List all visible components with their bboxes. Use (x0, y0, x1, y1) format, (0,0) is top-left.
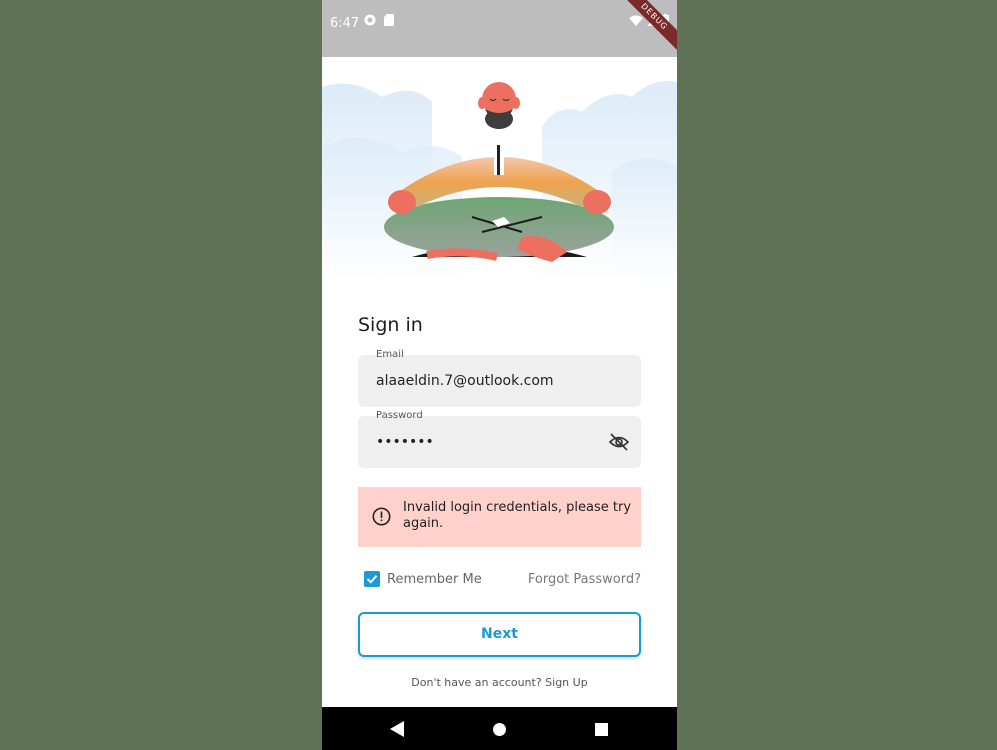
meditating-person-illustration (322, 81, 677, 282)
error-circle-icon (372, 507, 391, 526)
error-alert: Invalid login credentials, please try ag… (358, 487, 641, 547)
password-field[interactable]: Password ••••••• (358, 410, 641, 468)
status-bar: 6:47 DEBUG (322, 0, 677, 57)
notification-icon (364, 14, 376, 26)
remember-me-checkbox[interactable] (364, 571, 380, 587)
phone-screen: 6:47 DEBUG Sign in Email alaaeldin.7@out… (322, 0, 677, 750)
status-icons-left (364, 14, 394, 26)
status-time: 6:47 (330, 16, 360, 31)
password-value: ••••••• (376, 434, 434, 450)
wifi-icon (629, 15, 643, 26)
eye-off-icon[interactable] (609, 433, 629, 451)
error-message: Invalid login credentials, please try ag… (403, 500, 632, 531)
back-icon[interactable] (390, 721, 404, 737)
page-title: Sign in (358, 314, 423, 336)
password-label: Password (376, 410, 423, 421)
remember-row: Remember Me Forgot Password? (358, 568, 641, 590)
sim-card-icon (384, 14, 394, 26)
android-nav-bar (322, 707, 677, 750)
email-label: Email (376, 349, 404, 360)
email-value: alaaeldin.7@outlook.com (376, 373, 554, 389)
checkmark-icon (366, 575, 378, 584)
debug-banner: DEBUG (617, 0, 677, 54)
home-icon[interactable] (493, 723, 506, 736)
next-button[interactable]: Next (358, 612, 641, 657)
forgot-password-link[interactable]: Forgot Password? (528, 572, 641, 587)
remember-me-label[interactable]: Remember Me (387, 572, 482, 587)
recent-apps-icon[interactable] (595, 723, 608, 736)
email-field[interactable]: Email alaaeldin.7@outlook.com (358, 349, 641, 407)
signup-link[interactable]: Don't have an account? Sign Up (322, 676, 677, 689)
